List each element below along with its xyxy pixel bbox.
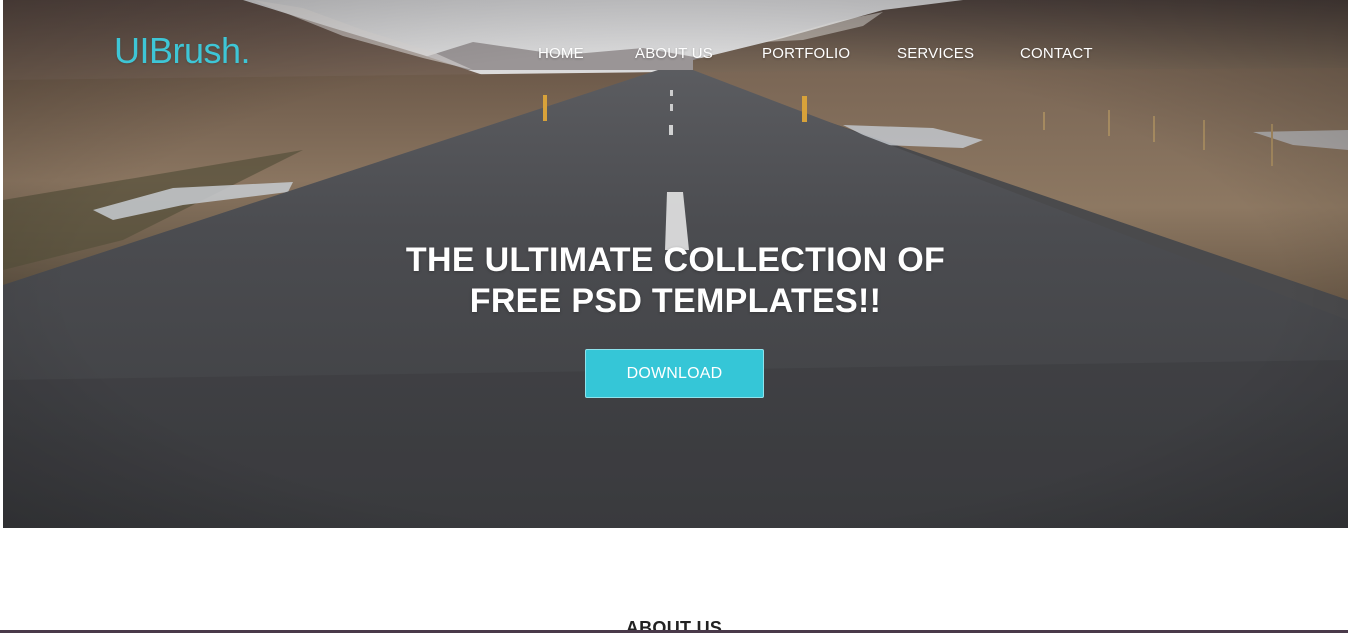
- nav-item-contact[interactable]: CONTACT: [1020, 45, 1093, 62]
- nav-item-portfolio[interactable]: PORTFOLIO: [762, 45, 850, 62]
- nav-item-about-us[interactable]: ABOUT US: [635, 45, 713, 62]
- nav-item-services[interactable]: SERVICES: [897, 45, 974, 62]
- download-button[interactable]: DOWNLOAD: [585, 349, 764, 398]
- hero-headline: THE ULTIMATE COLLECTION OF FREE PSD TEMP…: [3, 240, 1348, 322]
- nav-item-home[interactable]: HOME: [538, 45, 584, 62]
- hero-headline-line-1: THE ULTIMATE COLLECTION OF: [405, 241, 946, 279]
- hero-section: UIBrush. HOME ABOUT US PORTFOLIO SERVICE…: [3, 0, 1348, 528]
- hero-headline-line-2: FREE PSD TEMPLATES!!: [469, 282, 882, 320]
- main-nav: HOME ABOUT US PORTFOLIO SERVICES CONTACT: [3, 45, 1348, 65]
